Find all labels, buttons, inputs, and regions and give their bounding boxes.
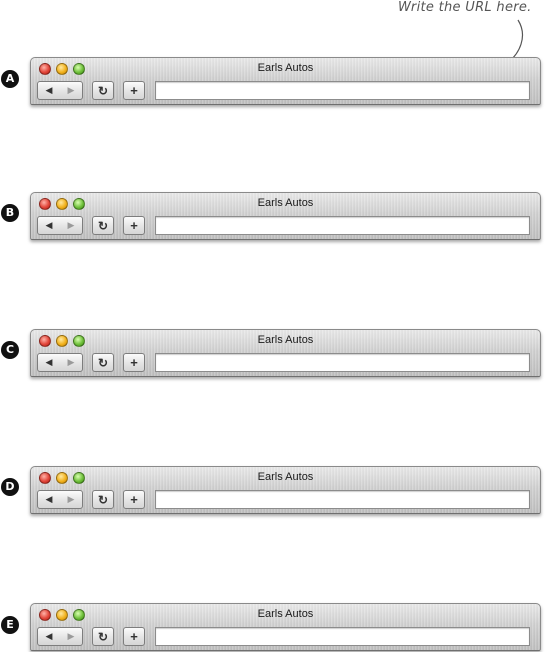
zoom-button[interactable] [73, 63, 85, 75]
url-field[interactable] [155, 81, 530, 100]
worksheet-page: Write the URL here. A Earls Autos ◀ ▶ ↻ … [0, 0, 551, 652]
reload-button[interactable]: ↻ [92, 353, 114, 372]
add-icon: + [130, 83, 138, 98]
forward-arrow-icon[interactable]: ▶ [68, 357, 75, 368]
browser-window-b: Earls Autos ◀ ▶ ↻ + [30, 192, 541, 240]
back-forward-button[interactable]: ◀ ▶ [37, 627, 83, 646]
add-icon: + [130, 218, 138, 233]
minimize-button[interactable] [56, 63, 68, 75]
browser-window-c: Earls Autos ◀ ▶ ↻ + [30, 329, 541, 377]
browser-window-a: Earls Autos ◀ ▶ ↻ + [30, 57, 541, 105]
back-forward-button[interactable]: ◀ ▶ [37, 216, 83, 235]
reload-icon: ↻ [97, 629, 109, 644]
window-title: Earls Autos [257, 62, 314, 74]
back-arrow-icon[interactable]: ◀ [46, 85, 53, 96]
forward-arrow-icon[interactable]: ▶ [68, 494, 75, 505]
browser-window-d: Earls Autos ◀ ▶ ↻ + [30, 466, 541, 514]
forward-arrow-icon[interactable]: ▶ [68, 631, 75, 642]
reload-icon: ↻ [97, 83, 109, 98]
window-label-e: E [1, 616, 19, 634]
reload-icon: ↻ [97, 218, 109, 233]
window-title: Earls Autos [257, 197, 314, 209]
add-icon: + [130, 629, 138, 644]
browser-window-e: Earls Autos ◀ ▶ ↻ + [30, 603, 541, 651]
zoom-button[interactable] [73, 198, 85, 210]
window-title: Earls Autos [257, 608, 314, 620]
add-bookmark-button[interactable]: + [123, 81, 145, 100]
close-button[interactable] [39, 335, 51, 347]
reload-button[interactable]: ↻ [92, 81, 114, 100]
add-icon: + [130, 492, 138, 507]
add-bookmark-button[interactable]: + [123, 216, 145, 235]
window-label-d: D [1, 478, 19, 496]
back-forward-button[interactable]: ◀ ▶ [37, 490, 83, 509]
zoom-button[interactable] [73, 335, 85, 347]
add-bookmark-button[interactable]: + [123, 627, 145, 646]
reload-icon: ↻ [97, 492, 109, 507]
close-button[interactable] [39, 198, 51, 210]
close-button[interactable] [39, 472, 51, 484]
zoom-button[interactable] [73, 609, 85, 621]
reload-button[interactable]: ↻ [92, 490, 114, 509]
back-arrow-icon[interactable]: ◀ [46, 220, 53, 231]
zoom-button[interactable] [73, 472, 85, 484]
window-title: Earls Autos [257, 334, 314, 346]
add-icon: + [130, 355, 138, 370]
forward-arrow-icon[interactable]: ▶ [68, 220, 75, 231]
minimize-button[interactable] [56, 198, 68, 210]
add-bookmark-button[interactable]: + [123, 490, 145, 509]
close-button[interactable] [39, 63, 51, 75]
forward-arrow-icon[interactable]: ▶ [68, 85, 75, 96]
back-forward-button[interactable]: ◀ ▶ [37, 81, 83, 100]
url-field[interactable] [155, 490, 530, 509]
back-arrow-icon[interactable]: ◀ [46, 494, 53, 505]
reload-button[interactable]: ↻ [92, 216, 114, 235]
minimize-button[interactable] [56, 335, 68, 347]
url-field[interactable] [155, 216, 530, 235]
reload-icon: ↻ [97, 355, 109, 370]
close-button[interactable] [39, 609, 51, 621]
add-bookmark-button[interactable]: + [123, 353, 145, 372]
back-forward-button[interactable]: ◀ ▶ [37, 353, 83, 372]
url-field[interactable] [155, 627, 530, 646]
reload-button[interactable]: ↻ [92, 627, 114, 646]
minimize-button[interactable] [56, 609, 68, 621]
window-label-c: C [1, 341, 19, 359]
back-arrow-icon[interactable]: ◀ [46, 357, 53, 368]
window-title: Earls Autos [257, 471, 314, 483]
back-arrow-icon[interactable]: ◀ [46, 631, 53, 642]
window-label-a: A [1, 70, 19, 88]
window-label-b: B [1, 204, 19, 222]
minimize-button[interactable] [56, 472, 68, 484]
url-field[interactable] [155, 353, 530, 372]
